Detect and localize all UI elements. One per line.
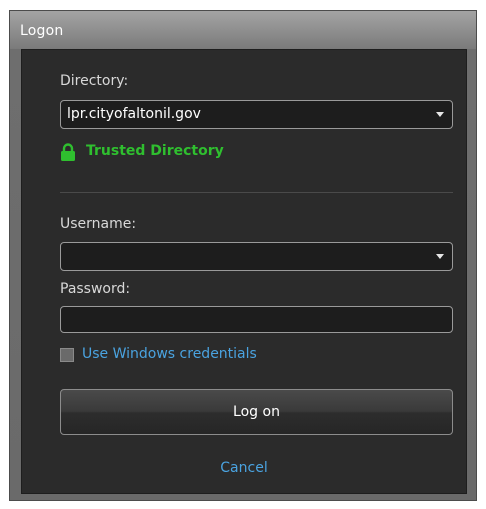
username-label: Username: <box>60 216 137 232</box>
directory-dropdown[interactable]: lpr.cityofaltonil.gov <box>60 100 453 129</box>
directory-label: Directory: <box>60 73 129 89</box>
windows-credentials-label[interactable]: Use Windows credentials <box>82 346 257 362</box>
lock-icon <box>61 143 75 161</box>
window-title: Logon <box>20 23 64 39</box>
directory-value: lpr.cityofaltonil.gov <box>67 106 201 122</box>
log-on-button[interactable]: Log on <box>60 389 453 435</box>
logon-dialog: Logon Directory: lpr.cityofaltonil.gov T… <box>9 10 477 501</box>
title-bar[interactable]: Logon <box>10 11 476 49</box>
windows-credentials-checkbox[interactable] <box>60 348 74 362</box>
cancel-link[interactable]: Cancel <box>22 460 466 476</box>
password-field[interactable] <box>60 306 453 333</box>
trusted-directory-text: Trusted Directory <box>86 143 224 159</box>
logon-panel: Directory: lpr.cityofaltonil.gov Trusted… <box>21 49 467 494</box>
chevron-down-icon[interactable] <box>436 112 444 117</box>
divider <box>60 192 453 193</box>
username-dropdown[interactable] <box>60 242 453 271</box>
password-label: Password: <box>60 281 131 297</box>
log-on-label: Log on <box>233 404 280 420</box>
chevron-down-icon[interactable] <box>436 254 444 259</box>
